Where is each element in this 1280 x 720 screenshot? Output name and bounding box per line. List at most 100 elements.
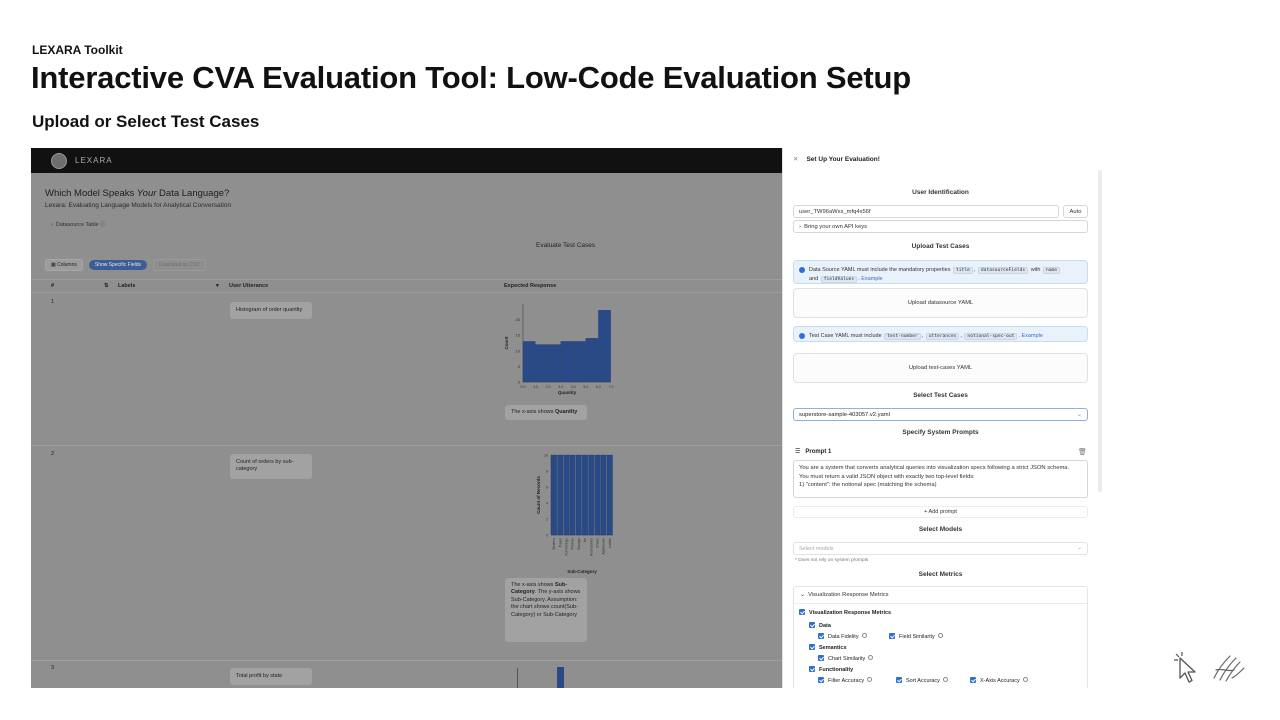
category-bar xyxy=(563,454,570,536)
user-id-input[interactable]: user_TW96aWxs_mfq4s56f xyxy=(793,205,1059,218)
x-tick-label: Phones xyxy=(571,538,575,550)
info-icon xyxy=(867,677,873,682)
info-icon xyxy=(937,633,943,638)
drag-handle-icon[interactable]: ☰ xyxy=(795,448,800,455)
auto-button[interactable]: Auto xyxy=(1063,205,1088,218)
x-tick-label: 3.0 xyxy=(558,385,563,389)
y-tick-label: 10 xyxy=(544,454,548,458)
col-sort-icon[interactable]: ⇅ xyxy=(104,283,109,289)
app-heading-post: Data Language? xyxy=(156,188,230,199)
prompt-line: You are a system that converts analytica… xyxy=(799,465,1070,471)
example-link[interactable]: Example xyxy=(1022,333,1043,339)
models-select[interactable]: Select models ⌄ xyxy=(793,542,1088,555)
metric-filter-accuracy[interactable]: Filter Accuracy xyxy=(818,677,873,684)
slide-kicker: LEXARA Toolkit xyxy=(32,43,123,57)
app-heading-em: Your xyxy=(136,188,157,199)
metric-xaxis-accuracy[interactable]: X-Axis Accuracy xyxy=(970,677,1028,684)
info-text: and xyxy=(809,275,819,282)
note-bold: Quantity xyxy=(555,409,578,415)
y-tick-label: 6 xyxy=(546,486,548,490)
chart3-axis xyxy=(517,668,518,688)
code-title: title xyxy=(952,267,973,274)
panel-scrollbar[interactable] xyxy=(1098,170,1102,492)
row-number: 3 xyxy=(51,665,55,671)
category-bar xyxy=(582,454,588,536)
x-tick-label: Accessories xyxy=(589,538,593,557)
test-case-select[interactable]: superstore-sample-403057.v2.yaml ⌄ xyxy=(793,408,1088,421)
show-fields-toggle[interactable]: Show Specific Fields xyxy=(88,260,147,270)
metrics-group-toggle[interactable]: ⌄ Visualization Response Metrics xyxy=(794,587,1087,604)
metric-functionality-checkbox[interactable]: Functionality xyxy=(809,666,853,673)
category-bar xyxy=(551,454,557,536)
prompt-line: 1) "content": the notional spec (matchin… xyxy=(799,482,937,489)
row-divider xyxy=(31,660,782,661)
metric-all-checkbox[interactable]: Visualization Response Metrics xyxy=(799,609,891,616)
app-heading-pre: Which Model Speaks xyxy=(45,188,137,199)
y-tick-label: 2 xyxy=(546,518,548,522)
setup-panel: ✕ Set Up Your Evaluation! User Identific… xyxy=(782,148,1102,688)
slide-subtitle: Upload or Select Test Cases xyxy=(32,112,260,131)
table-header: # ⇅ Labels ▾ User Utterance Expected Res… xyxy=(31,279,782,293)
metric-semantics-checkbox[interactable]: Semantics xyxy=(809,644,847,651)
code-fieldvalues: fieldValues xyxy=(820,275,858,283)
y-tick-label: 20 xyxy=(516,317,521,322)
metric-field-similarity[interactable]: Field Similarity xyxy=(889,633,943,640)
checkbox-icon xyxy=(818,633,824,639)
download-csv-button[interactable]: Download as CSV xyxy=(153,259,206,271)
row-divider xyxy=(31,445,782,446)
info-icon xyxy=(1022,677,1028,682)
metric-data-fidelity[interactable]: Data Fidelity xyxy=(818,633,867,640)
col-utterance: User Utterance xyxy=(229,283,269,289)
metric-label: Filter Accuracy xyxy=(828,678,865,684)
chevron-down-icon: ⌄ xyxy=(1077,545,1082,551)
table-toolbar: ▦ Columns Show Specific Fields Download … xyxy=(45,259,206,271)
metric-data-checkbox[interactable]: Data xyxy=(809,622,831,629)
close-icon[interactable]: ✕ xyxy=(793,155,798,163)
x-tick-label: Binders xyxy=(552,538,556,550)
metric-chart-similarity[interactable]: Chart Similarity xyxy=(818,655,874,662)
metric-sort-accuracy[interactable]: Sort Accuracy xyxy=(896,677,948,684)
upload-testcases-button[interactable]: Upload test-cases YAML xyxy=(793,353,1088,383)
histogram-bar xyxy=(598,310,611,383)
app-window: LEXARA Which Model Speaks Your Data Lang… xyxy=(31,148,782,688)
testcase-info: Test Case YAML must include test-number,… xyxy=(793,326,1088,342)
checkbox-icon xyxy=(818,677,824,683)
hand-drawing-icon xyxy=(1213,655,1245,682)
upload-datasource-button[interactable]: Upload datasource YAML xyxy=(793,288,1088,318)
info-text: Test Case YAML must include xyxy=(809,333,882,339)
example-link[interactable]: Example xyxy=(861,276,882,282)
section-upload: Upload Test Cases xyxy=(911,243,970,250)
subcategory-chart: 0 2 4 6 8 10 Binders Paper Furnishings Phones Stor… xyxy=(536,454,613,574)
col-num: # xyxy=(51,283,55,289)
metric-label: Field Similarity xyxy=(899,634,935,640)
y-tick-label: 0 xyxy=(546,534,548,538)
info-icon: ⓘ xyxy=(100,222,106,228)
evaluate-title: Evaluate Test Cases xyxy=(536,242,596,249)
section-prompts: Specify System Prompts xyxy=(902,429,979,436)
add-prompt-button[interactable]: + Add prompt xyxy=(793,506,1088,518)
datasource-table-toggle[interactable]: › Datasource Table ⓘ xyxy=(51,220,106,228)
prompt-textarea[interactable]: You are a system that converts analytica… xyxy=(793,460,1088,498)
columns-button[interactable]: ▦ Columns xyxy=(45,259,83,271)
section-select-cases: Select Test Cases xyxy=(913,392,968,399)
section-models: Select Models xyxy=(918,526,963,533)
metric-label: X-Axis Accuracy xyxy=(980,678,1020,684)
x-tick-label: Paper xyxy=(558,537,562,547)
expected-note: The x-axis shows Sub-Category. The y-axi… xyxy=(505,578,587,642)
note-text: The x-axis shows xyxy=(511,582,556,588)
x-tick-label: 7.0 xyxy=(609,385,614,389)
trash-icon[interactable]: 🗑 xyxy=(1078,448,1087,456)
x-tick-label: Chairs xyxy=(596,538,600,548)
info-dot-icon xyxy=(799,333,805,339)
chevron-down-icon: ⌄ xyxy=(1076,412,1082,418)
col-filter-icon[interactable]: ▾ xyxy=(216,283,219,289)
histogram-bar xyxy=(560,341,574,383)
app-brand: LEXARA xyxy=(75,156,113,165)
row-number: 1 xyxy=(51,299,55,305)
col-labels: Labels xyxy=(118,283,136,289)
x-axis-label: Quantity xyxy=(558,390,577,395)
x-tick-label: Storage xyxy=(577,538,581,550)
api-keys-expander[interactable]: › Bring your own API keys xyxy=(793,220,1088,233)
histogram-chart: 0 5 10 15 20 0.0 1.0 2.0 3.0 4.0 5.0 6.0 7.0 Quantity… xyxy=(504,304,614,395)
checkbox-icon xyxy=(889,633,895,639)
